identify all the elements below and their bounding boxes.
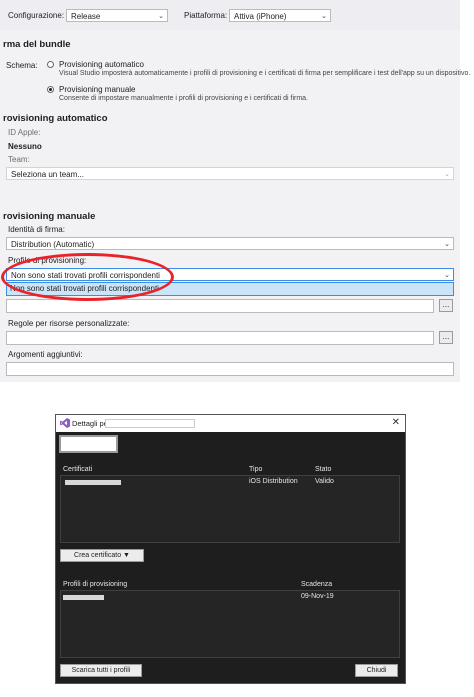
close-button[interactable]: Chiudi [355,664,398,677]
auto-provisioning-description: Visual Studio imposterà automaticamente … [59,70,471,77]
certificate-status: Valido [315,478,334,485]
redacted-profile-name [63,595,104,600]
custom-rules-browse-button[interactable]: ... [439,331,453,344]
platform-label: Piattaforma: [184,11,228,20]
certificate-type: iOS Distribution [249,478,298,485]
chevron-down-icon: ⌄ [444,241,450,248]
expiry-header: Scadenza [301,581,333,588]
certificates-header: Certificati [63,466,93,473]
team-select[interactable]: Seleziona un team... ⌄ [6,167,454,180]
custom-rules-field[interactable] [6,331,434,345]
type-header: Tipo [249,466,263,473]
scheme-label: Schema: [6,61,38,70]
auto-provisioning-radio[interactable] [47,61,54,68]
extra-args-field[interactable] [6,362,454,376]
team-label: Team: [8,155,30,164]
apple-id-value: Nessuno [8,142,42,151]
apple-id-label: ID Apple: [8,128,41,137]
manual-provisioning-title: rovisioning manuale [3,211,96,222]
download-all-profiles-button[interactable]: Scarica tutti i profili [60,664,142,677]
browse-button[interactable]: ... [439,299,453,312]
chevron-down-icon: ⌄ [321,13,327,20]
bundle-signing-panel [0,30,460,382]
bundle-signing-title: rma del bundle [3,39,71,50]
configuration-value: Release [71,12,101,21]
chevron-down-icon: ⌄ [444,171,450,178]
create-certificate-button[interactable]: Crea certificato ▼ [60,549,144,562]
visual-studio-icon [60,418,70,428]
platform-select[interactable]: Attiva (iPhone) ⌄ [229,9,331,22]
manual-provisioning-option[interactable]: Provisioning manuale [59,85,136,94]
signing-identity-label: Identità di firma: [8,225,65,234]
platform-value: Attiva (iPhone) [234,12,287,21]
team-value: Seleziona un team... [11,170,84,179]
profile-extra-field[interactable] [6,299,434,313]
close-icon[interactable]: ✕ [392,417,400,428]
profiles-header: Profili di provisioning [63,581,128,588]
manual-provisioning-description: Consente di impostare manualmente i prof… [59,95,308,102]
signing-identity-select[interactable]: Distribution (Automatic) ⌄ [6,237,454,250]
highlight-ellipse [1,253,174,301]
redacted-certificate-name [65,480,121,485]
configuration-select[interactable]: Release ⌄ [66,9,168,22]
dialog-titlebar: Dettagli per ✕ [56,415,405,432]
signing-identity-value: Distribution (Automatic) [11,240,95,249]
manual-provisioning-radio[interactable] [47,86,54,93]
chevron-down-icon: ⌄ [444,272,450,279]
config-toolbar: Configurazione: Release ⌄ Piattaforma: A… [0,0,460,31]
profile-expiry: 09-Nov-19 [301,593,334,600]
details-dialog: Dettagli per ✕ Certificati Tipo Stato iO… [55,414,406,684]
auto-provisioning-option[interactable]: Provisioning automatico [59,60,144,69]
configuration-label: Configurazione: [8,11,65,20]
auto-provisioning-title: rovisioning automatico [3,113,108,124]
redacted-name [105,419,195,428]
redacted-account-box [59,435,118,453]
status-header: Stato [315,466,332,473]
profiles-list[interactable]: 09-Nov-19 [60,590,400,658]
extra-args-label: Argomenti aggiuntivi: [8,350,83,359]
chevron-down-icon: ⌄ [158,13,164,20]
certificates-list[interactable]: iOS Distribution Valido [60,475,400,543]
custom-rules-label: Regole per risorse personalizzate: [8,319,130,328]
